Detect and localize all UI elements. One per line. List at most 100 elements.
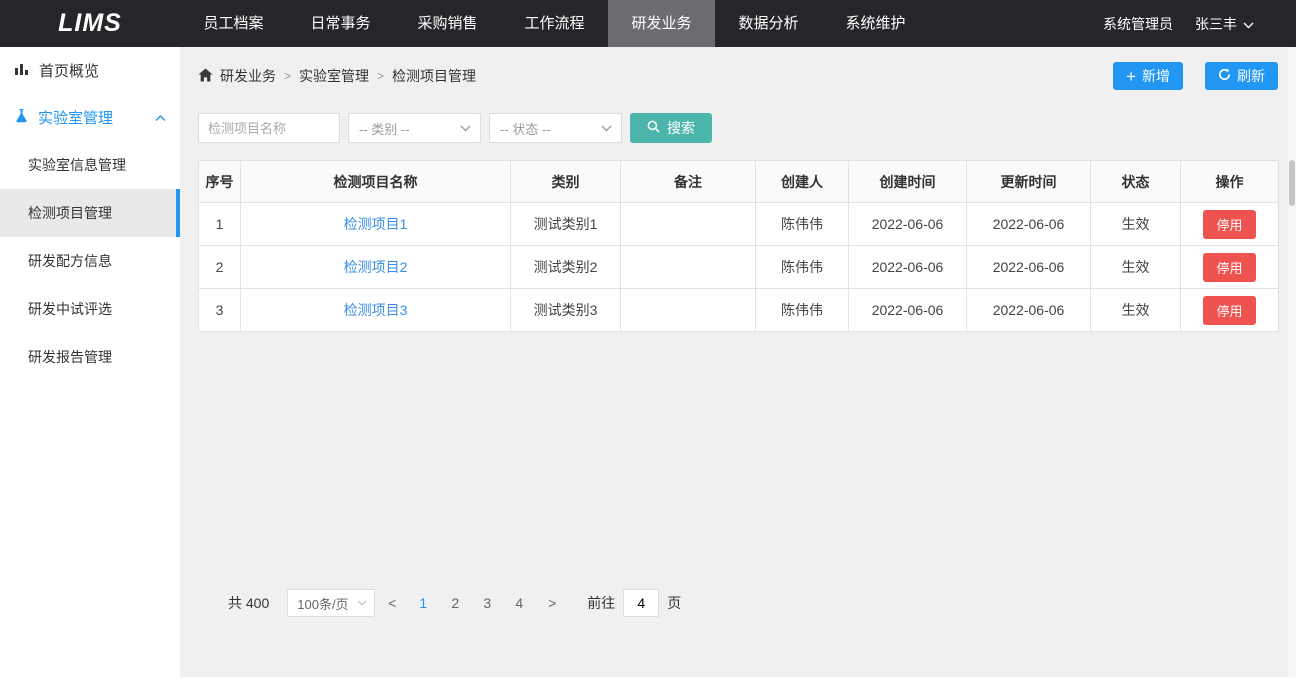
search-bar: -- 类别 -- -- 状态 -- 搜索 [198, 113, 712, 143]
page-number-button[interactable]: 4 [503, 595, 535, 611]
sidebar-submenu: 实验室信息管理检测项目管理研发配方信息研发中试评选研发报告管理 [0, 141, 180, 381]
category-select[interactable]: -- 类别 -- [348, 113, 481, 143]
bar-chart-icon [14, 62, 30, 80]
top-nav-item[interactable]: 系统维护 [822, 0, 929, 47]
total-count: 共 400 [228, 593, 269, 613]
user-menu[interactable]: 张三丰 [1195, 14, 1254, 34]
stop-button[interactable]: 停用 [1203, 253, 1255, 282]
updated-cell: 2022-06-06 [967, 289, 1091, 332]
flask-icon [14, 108, 29, 127]
remark-cell [621, 203, 756, 246]
sidebar-group-label: 实验室管理 [38, 107, 113, 128]
stop-button[interactable]: 停用 [1203, 210, 1255, 239]
goto-page-input[interactable] [623, 589, 659, 617]
vertical-scrollbar[interactable] [1288, 47, 1296, 677]
breadcrumb-item[interactable]: 研发业务 [220, 66, 276, 86]
action-cell: 停用 [1181, 203, 1279, 246]
scrollbar-thumb[interactable] [1289, 160, 1295, 206]
sidebar-item[interactable]: 研发配方信息 [0, 237, 180, 285]
page-number-button[interactable]: 3 [471, 595, 503, 611]
next-page-button[interactable]: > [537, 595, 567, 611]
breadcrumb-separator: > [377, 69, 384, 83]
column-header: 状态 [1091, 161, 1181, 203]
main-content: 研发业务 > 实验室管理 > 检测项目管理 + 新增 刷新 -- 类别 -- -- 状态… [180, 47, 1296, 677]
chevron-up-icon [155, 109, 166, 126]
top-nav-item[interactable]: 采购销售 [394, 0, 501, 47]
top-nav-item[interactable]: 数据分析 [715, 0, 822, 47]
chevron-down-icon [1243, 16, 1254, 32]
pagination-pages: 1234 [407, 595, 535, 611]
updated-cell: 2022-06-06 [967, 203, 1091, 246]
category-cell: 测试类别1 [511, 203, 621, 246]
page-size-select[interactable]: 100条/页 [287, 589, 375, 617]
created-cell: 2022-06-06 [849, 203, 967, 246]
breadcrumb: 研发业务 > 实验室管理 > 检测项目管理 [198, 66, 476, 86]
sidebar: 首页概览 实验室管理 实验室信息管理检测项目管理研发配方信息研发中试评选研发报告… [0, 47, 180, 685]
search-input[interactable] [198, 113, 340, 143]
prev-page-button[interactable]: < [377, 595, 407, 611]
remark-cell [621, 289, 756, 332]
top-nav-item[interactable]: 员工档案 [180, 0, 287, 47]
sidebar-item[interactable]: 研发中试评选 [0, 285, 180, 333]
project-name-link[interactable]: 检测项目3 [344, 302, 408, 318]
sidebar-group-lab[interactable]: 实验室管理 [0, 94, 180, 141]
column-header: 备注 [621, 161, 756, 203]
plus-icon: + [1126, 68, 1136, 85]
status-select-value: -- 状态 -- [500, 119, 551, 138]
add-button-label: 新增 [1142, 66, 1170, 86]
top-nav-item[interactable]: 研发业务 [608, 0, 715, 47]
page-size-value: 100条/页 [297, 594, 348, 613]
chevron-down-icon [601, 125, 612, 132]
column-header: 序号 [199, 161, 241, 203]
breadcrumb-separator: > [284, 69, 291, 83]
search-button[interactable]: 搜索 [630, 113, 712, 143]
add-button[interactable]: + 新增 [1113, 62, 1183, 90]
sidebar-item-label: 首页概览 [39, 60, 99, 81]
home-icon [198, 68, 220, 85]
top-bar: LIMS 员工档案日常事务采购销售工作流程研发业务数据分析系统维护 系统管理员 … [0, 0, 1296, 47]
sidebar-item[interactable]: 实验室信息管理 [0, 141, 180, 189]
sidebar-item-home[interactable]: 首页概览 [0, 47, 180, 94]
user-name: 张三丰 [1195, 14, 1237, 34]
search-button-label: 搜索 [667, 118, 695, 138]
project-name-link[interactable]: 检测项目2 [344, 259, 408, 275]
table-body: 1检测项目1测试类别1陈伟伟2022-06-062022-06-06生效停用2检… [199, 203, 1279, 332]
name-cell: 检测项目2 [241, 246, 511, 289]
name-cell: 检测项目3 [241, 289, 511, 332]
creator-cell: 陈伟伟 [756, 246, 849, 289]
sidebar-item[interactable]: 研发报告管理 [0, 333, 180, 381]
breadcrumb-item[interactable]: 检测项目管理 [392, 66, 476, 86]
remark-cell [621, 246, 756, 289]
category-cell: 测试类别3 [511, 289, 621, 332]
project-name-link[interactable]: 检测项目1 [344, 216, 408, 232]
page-number-button[interactable]: 2 [439, 595, 471, 611]
top-nav-item[interactable]: 工作流程 [501, 0, 608, 47]
top-nav-item[interactable]: 日常事务 [287, 0, 394, 47]
column-header: 类别 [511, 161, 621, 203]
category-select-value: -- 类别 -- [359, 119, 410, 138]
status-select[interactable]: -- 状态 -- [489, 113, 622, 143]
refresh-icon [1218, 68, 1231, 84]
table-row: 3检测项目3测试类别3陈伟伟2022-06-062022-06-06生效停用 [199, 289, 1279, 332]
stop-button[interactable]: 停用 [1203, 296, 1255, 325]
table-row: 2检测项目2测试类别2陈伟伟2022-06-062022-06-06生效停用 [199, 246, 1279, 289]
user-area: 系统管理员 张三丰 [1103, 14, 1296, 34]
table-header-row: 序号检测项目名称类别备注创建人创建时间更新时间状态操作 [199, 161, 1279, 203]
created-cell: 2022-06-06 [849, 246, 967, 289]
goto-label: 前往 [587, 593, 615, 613]
index-cell: 1 [199, 203, 241, 246]
page-number-button[interactable]: 1 [407, 595, 439, 611]
sidebar-item[interactable]: 检测项目管理 [0, 189, 180, 237]
refresh-button[interactable]: 刷新 [1205, 62, 1278, 90]
user-role: 系统管理员 [1103, 14, 1173, 34]
chevron-down-icon [357, 600, 367, 606]
action-cell: 停用 [1181, 289, 1279, 332]
breadcrumb-item[interactable]: 实验室管理 [299, 66, 369, 86]
status-cell: 生效 [1091, 203, 1181, 246]
status-cell: 生效 [1091, 246, 1181, 289]
name-cell: 检测项目1 [241, 203, 511, 246]
data-table: 序号检测项目名称类别备注创建人创建时间更新时间状态操作 1 检测项目1 测试类别1 陈… [198, 160, 1279, 332]
index-cell: 2 [199, 246, 241, 289]
action-cell: 停用 [1181, 246, 1279, 289]
column-header: 创建时间 [849, 161, 967, 203]
